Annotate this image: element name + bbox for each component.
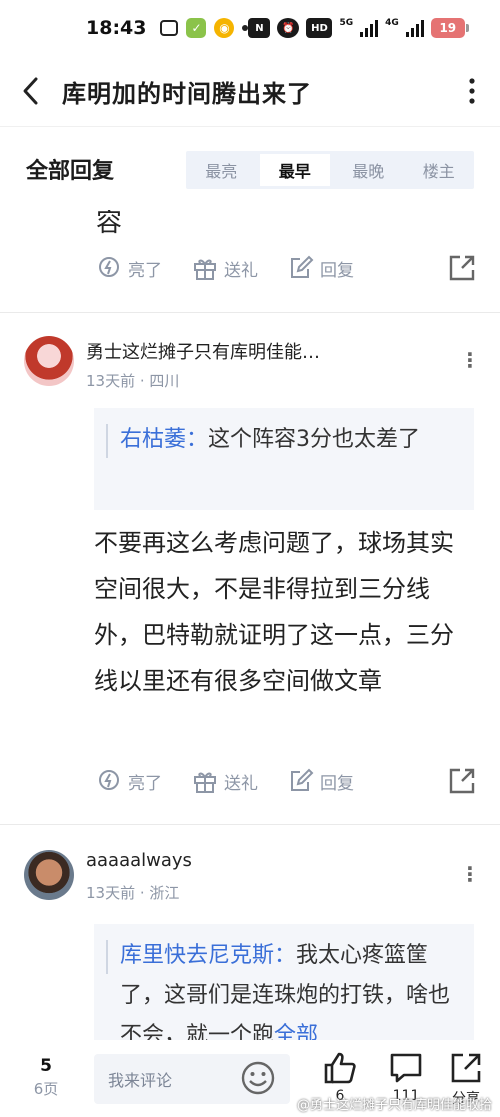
gift-icon [194, 259, 216, 280]
reply-label: 回复 [320, 773, 354, 794]
status-right-icons: N ⏰ HD 5G 4G 19 [248, 18, 469, 38]
quoted-reply[interactable]: 右枯萎：这个阵容3分也太差了 [94, 408, 474, 510]
page-title: 库明加的时间腾出来了 [62, 79, 312, 108]
post-body: 不要再这么考虑问题了，球场其实空间很大，不是非得拉到三分线外，巴特勒就证明了这一… [94, 529, 454, 695]
like-button[interactable]: 亮了 [96, 768, 162, 794]
share-icon[interactable] [448, 767, 476, 795]
post-username[interactable]: 勇士这烂摊子只有库明佳能… [86, 338, 320, 364]
page-indicator[interactable]: 5 6页 [28, 1056, 64, 1099]
alarm-icon: ⏰ [277, 18, 300, 38]
sort-tabs: 最亮 最早 最晚 楼主 [186, 151, 474, 189]
post-actions: 亮了 送礼 回复 [96, 761, 486, 801]
signal-icon [360, 19, 379, 37]
post-location: 浙江 [149, 884, 180, 902]
page-current: 5 [40, 1056, 52, 1076]
divider [0, 824, 500, 825]
quote-text: 这个阵容3分也太差了 [208, 427, 421, 452]
like-label: 亮了 [128, 260, 162, 281]
app-notification-icon: ✓ [186, 18, 207, 38]
chevron-left-icon [23, 77, 38, 105]
lightbulb-icon [99, 770, 119, 790]
edit-icon [291, 255, 314, 278]
status-time: 18:43 [86, 17, 147, 39]
share-icon[interactable] [448, 254, 476, 282]
tab-brightest[interactable]: 最亮 [186, 151, 257, 189]
network-label-2: 4G [385, 18, 399, 28]
weibo-icon: ◉ [214, 18, 235, 38]
emoji-icon[interactable] [240, 1060, 276, 1096]
battery-icon: 19 [430, 18, 469, 38]
back-button[interactable] [0, 56, 62, 126]
post-username[interactable]: aaaaalways [86, 850, 192, 871]
reply-feed[interactable]: 容 亮了 送礼 回复 勇士这烂摊子只有库明佳能… 13天前 · 四川 ⋮ 右枯萎… [0, 210, 500, 1040]
post-time: 13天前 [86, 884, 136, 902]
post-time: 13天前 [86, 372, 136, 390]
gift-button[interactable]: 送礼 [192, 768, 258, 794]
lightbulb-icon [99, 257, 119, 277]
post-meta: 13天前 · 四川 [86, 372, 180, 390]
tab-latest[interactable]: 最晚 [333, 151, 404, 189]
tab-op-only[interactable]: 楼主 [404, 151, 475, 189]
notification-icons: ✓ ◉ [160, 18, 249, 38]
post-location: 四川 [149, 372, 180, 390]
status-bar: 18:43 ✓ ◉ N ⏰ HD 5G 4G 19 [0, 0, 500, 56]
more-vertical-icon [469, 78, 475, 104]
comment-icon [390, 1053, 422, 1083]
network-label-1: 5G [339, 18, 354, 28]
hd-icon: HD [306, 18, 333, 38]
gift-label: 送礼 [224, 260, 258, 281]
divider [0, 312, 500, 313]
quoted-reply[interactable]: 库里快去尼克斯：我太心疼篮筐了，这哥们是连珠炮的打铁，啥也不会，就一个跑全部 [94, 924, 474, 1040]
title-bar: 库明加的时间腾出来了 [0, 56, 500, 126]
thumbs-up-icon [324, 1052, 356, 1084]
quote-author[interactable]: 右枯萎： [120, 427, 208, 452]
previous-post-text: 容 [96, 210, 123, 238]
like-button[interactable]: 亮了 [96, 255, 162, 281]
page-total: 6页 [33, 1080, 59, 1098]
edit-icon [291, 768, 314, 791]
quote-author[interactable]: 库里快去尼克斯： [120, 943, 296, 968]
gift-icon [194, 772, 216, 793]
bilibili-icon [160, 20, 179, 36]
expand-full-link[interactable]: 全部 [274, 1023, 318, 1040]
gift-label: 送礼 [224, 773, 258, 794]
more-options-button[interactable] [444, 56, 500, 126]
post-meta: 13天前 · 浙江 [86, 884, 180, 902]
watermark: @勇士这烂摊子只有库明佳能收拾 [296, 1098, 492, 1113]
post-more-button[interactable]: ⋮ [460, 862, 480, 886]
like-label: 亮了 [128, 773, 162, 794]
post-more-button[interactable]: ⋮ [460, 348, 480, 372]
signal-icon-2 [405, 19, 424, 37]
nfc-icon: N [248, 18, 271, 38]
reply-label: 回复 [320, 260, 354, 281]
avatar[interactable] [24, 336, 74, 386]
tab-earliest[interactable]: 最早 [259, 154, 330, 186]
reply-button[interactable]: 回复 [288, 768, 354, 794]
share-icon [451, 1053, 481, 1083]
reply-header: 全部回复 最亮 最早 最晚 楼主 [0, 126, 500, 210]
gift-button[interactable]: 送礼 [192, 255, 258, 281]
all-replies-title: 全部回复 [26, 158, 115, 184]
previous-post-actions: 亮了 送礼 回复 [96, 248, 486, 288]
avatar[interactable] [24, 850, 74, 900]
reply-button[interactable]: 回复 [288, 255, 354, 281]
